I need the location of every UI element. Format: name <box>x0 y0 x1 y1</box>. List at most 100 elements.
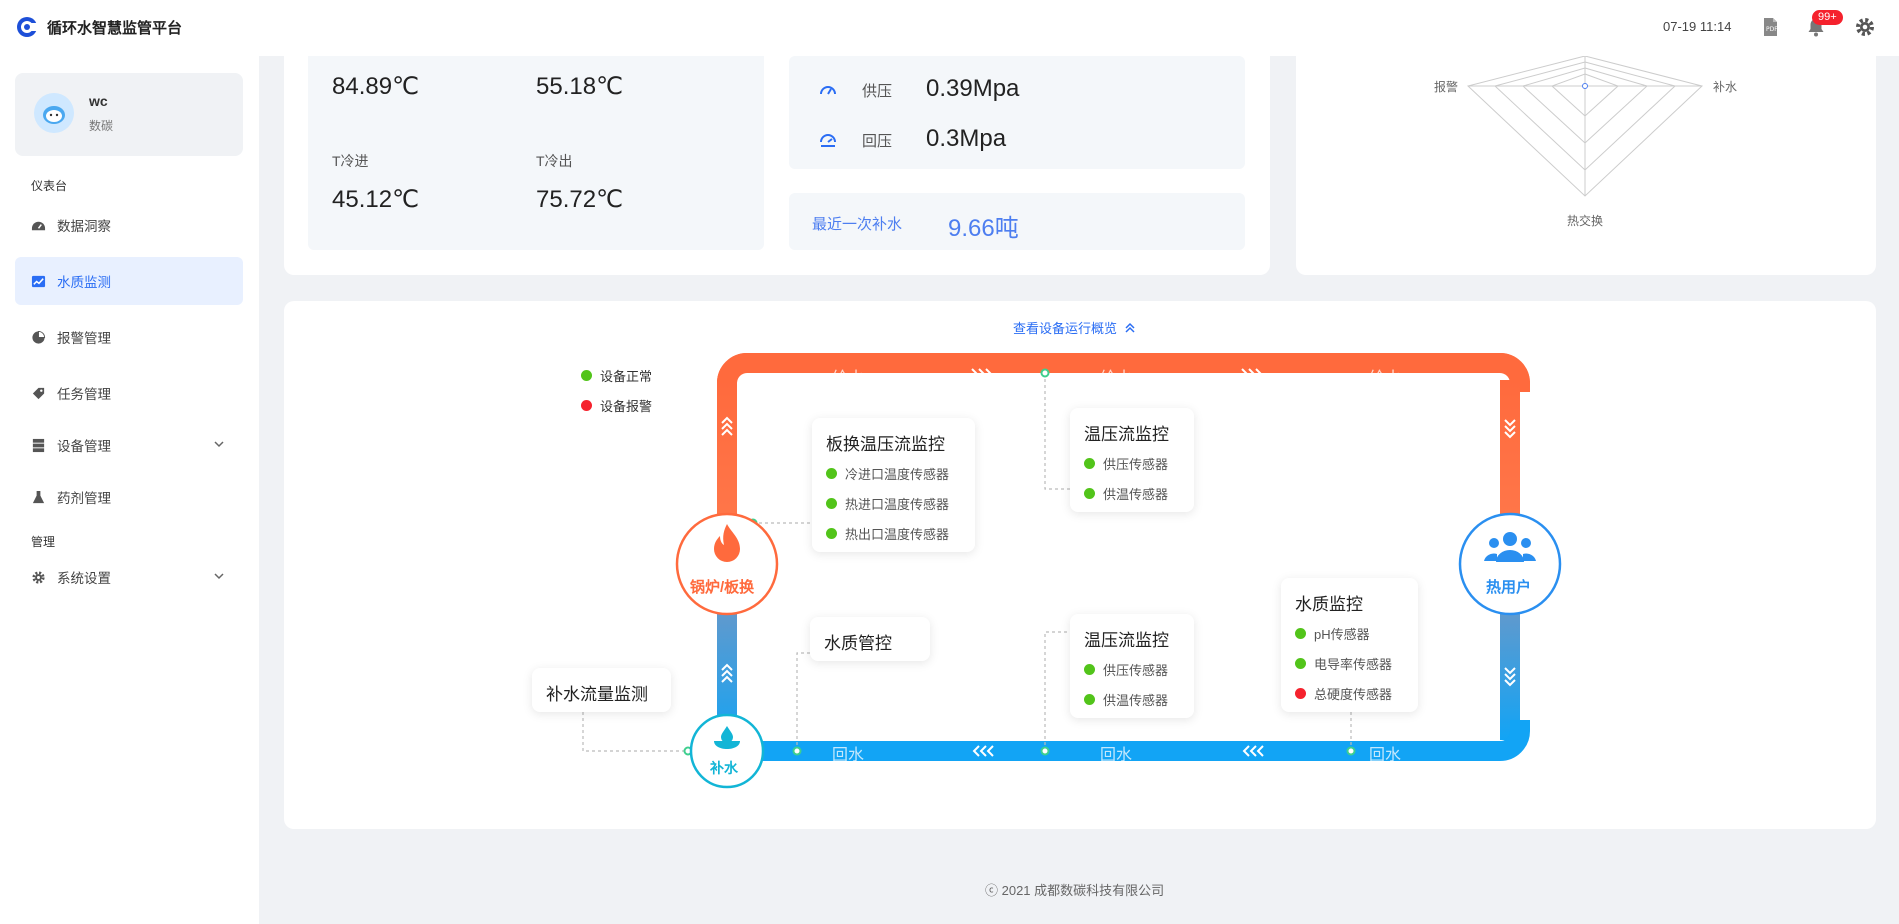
return-pressure-label: 回压 <box>862 133 893 150</box>
pipe-label-return-3: 回水 <box>1369 747 1402 764</box>
supply-pressure-label: 供压 <box>862 83 893 100</box>
hot-in-value: 84.89℃ <box>332 73 420 100</box>
nav-group-dashboard: 仪表台 <box>31 179 68 193</box>
pipe-label-supply-3: 给水 <box>1369 370 1402 387</box>
supply-pressure-value: 0.39Mpa <box>926 75 1020 102</box>
pipe-label-return-1: 回水 <box>832 747 865 764</box>
makeup-flow-monitor-box[interactable]: 补水流量监测 <box>532 668 671 712</box>
sensor-item: 供压传感器 <box>1084 454 1168 473</box>
cold-in-label: T冷进 <box>332 153 369 169</box>
return-pressure-value: 0.3Mpa <box>926 125 1007 152</box>
sidebar-item-data-insight[interactable]: 数据洞察 <box>15 201 243 249</box>
makeup-value: 9.66吨 <box>948 215 1019 242</box>
status-dot <box>1084 694 1095 705</box>
sensor-label: 热出口温度传感器 <box>845 527 950 542</box>
gear-icon <box>32 570 45 584</box>
sensor-item: pH传感器 <box>1295 624 1370 643</box>
legend-normal-dot <box>581 370 592 381</box>
app-title: 循环水智慧监管平台 <box>47 20 183 37</box>
heat-user-node <box>1458 512 1562 616</box>
sidebar-item-label: 报警管理 <box>57 331 111 346</box>
chevron-down-icon <box>214 573 224 580</box>
box-title: 板换温压流监控 <box>826 435 945 454</box>
hot-out-value: 55.18℃ <box>536 73 624 100</box>
sensor-label: 供压传感器 <box>1103 457 1169 472</box>
metrics-card <box>284 40 1270 275</box>
server-icon <box>32 438 45 452</box>
pipe-label-supply-2: 给水 <box>1100 370 1133 387</box>
radar-chart <box>1466 56 1704 197</box>
sidebar-item-water-quality[interactable]: 水质监测 <box>15 257 243 305</box>
pipe-label-return-2: 回水 <box>1100 747 1133 764</box>
dashboard-icon <box>31 221 46 230</box>
sidebar-item-label: 系统设置 <box>57 571 111 586</box>
user-card[interactable]: wc 数碳 <box>15 73 243 156</box>
sensor-item: 供温传感器 <box>1084 690 1168 709</box>
tag-icon <box>32 387 45 399</box>
sensor-item: 总硬度传感器 <box>1295 684 1392 703</box>
cold-in-value: 45.12℃ <box>332 186 420 213</box>
status-dot <box>1084 458 1095 469</box>
sidebar-item-task[interactable]: 任务管理 <box>15 369 243 417</box>
settings-gear-icon[interactable] <box>1854 16 1876 38</box>
sidebar-item-label: 药剂管理 <box>57 491 111 506</box>
sensor-label: pH传感器 <box>1314 627 1370 642</box>
user-org: 数碳 <box>89 119 114 133</box>
sensor-label: 供温传感器 <box>1103 487 1169 502</box>
legend-normal-label: 设备正常 <box>600 369 653 384</box>
water-quality-monitor-box[interactable]: 水质监控 pH传感器 电导率传感器 总硬度传感器 <box>1281 578 1418 712</box>
top-flow-monitor-box[interactable]: 温压流监控 供压传感器 供温传感器 <box>1070 408 1194 512</box>
box-title: 温压流监控 <box>1084 631 1169 650</box>
sidebar-item-chemical[interactable]: 药剂管理 <box>15 473 243 521</box>
overview-toggle-link[interactable]: 查看设备运行概览 <box>1013 318 1137 337</box>
return-pressure-gauge-icon <box>820 134 836 147</box>
supply-pressure-gauge-icon <box>820 86 836 95</box>
status-dot <box>1084 664 1095 675</box>
bottom-flow-monitor-box[interactable]: 温压流监控 供压传感器 供温传感器 <box>1070 614 1194 718</box>
makeup-label: 最近一次补水 <box>812 216 903 233</box>
legend-normal: 设备正常 <box>581 366 652 385</box>
sidebar: wc 数碳 仪表台 数据洞察 水质监测 报警管理 任务管理 设备管理 药剂管理 … <box>0 56 259 924</box>
radar-label-heat-exchange: 热交换 <box>1567 214 1604 228</box>
sidebar-item-label: 水质监测 <box>57 275 111 290</box>
heat-user-label: 热用户 <box>1486 579 1532 596</box>
sidebar-item-label: 设备管理 <box>57 439 111 454</box>
sensor-label: 供压传感器 <box>1103 663 1169 678</box>
header-datetime: 07-19 11:14 <box>1663 19 1732 34</box>
status-dot <box>826 528 837 539</box>
legend-alarm: 设备报警 <box>581 396 652 415</box>
makeup-node-label: 补水 <box>710 760 738 776</box>
svg-text:PDF: PDF <box>1766 26 1778 33</box>
box-title: 水质监控 <box>1295 595 1363 614</box>
pdf-export-icon[interactable]: PDF <box>1759 16 1781 38</box>
chevron-down-icon <box>214 441 224 448</box>
box-title: 补水流量监测 <box>546 685 648 704</box>
pie-chart-icon <box>32 330 46 344</box>
plate-exchange-monitor-box[interactable]: 板换温压流监控 冷进口温度传感器 热进口温度传感器 热出口温度传感器 <box>812 418 975 552</box>
sensor-label: 热进口温度传感器 <box>845 497 950 512</box>
legend-alarm-label: 设备报警 <box>600 399 653 414</box>
sensor-label: 电导率传感器 <box>1314 657 1393 672</box>
nav-group-manage: 管理 <box>31 535 56 549</box>
sidebar-item-device[interactable]: 设备管理 <box>15 421 243 469</box>
sidebar-item-alarm[interactable]: 报警管理 <box>15 313 243 361</box>
sidebar-item-system-settings[interactable]: 系统设置 <box>15 553 243 601</box>
boiler-label: 锅炉/板换 <box>690 579 755 596</box>
overview-toggle-label: 查看设备运行概览 <box>1013 321 1118 336</box>
footer-copyright: ⓒ 2021 成都数碳科技有限公司 <box>985 883 1165 898</box>
status-dot <box>1084 488 1095 499</box>
app-logo-icon <box>17 17 37 37</box>
status-dot <box>826 468 837 479</box>
pipe-label-supply-1: 给水 <box>832 370 865 387</box>
water-quality-control-box[interactable]: 水质管控 <box>810 617 930 661</box>
notification-badge: 99+ <box>1812 10 1843 25</box>
sensor-item: 供压传感器 <box>1084 660 1168 679</box>
cold-out-value: 75.72℃ <box>536 186 624 213</box>
cold-out-label: T冷出 <box>536 153 573 169</box>
sensor-item: 热出口温度传感器 <box>826 524 949 543</box>
sensor-label: 冷进口温度传感器 <box>845 467 950 482</box>
flask-icon <box>32 490 45 503</box>
user-name: wc <box>89 93 108 109</box>
legend-alarm-dot <box>581 400 592 411</box>
radar-label-makeup: 补水 <box>1713 80 1738 94</box>
